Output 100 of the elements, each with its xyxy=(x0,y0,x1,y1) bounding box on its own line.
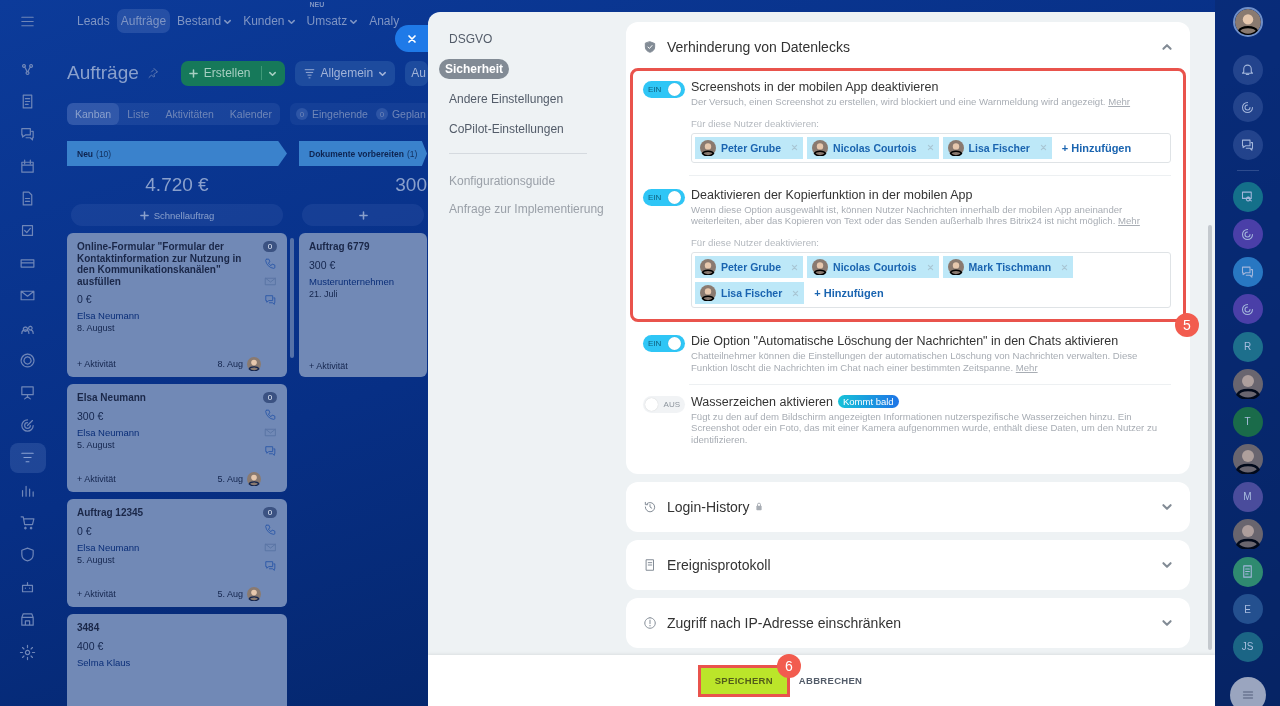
contact-initials[interactable]: T xyxy=(1232,406,1263,437)
card-amount: 300 € xyxy=(309,258,337,271)
nav-tab[interactable]: Analy xyxy=(365,9,404,33)
toggle-switch[interactable]: EIN xyxy=(643,81,685,98)
toolbar-button[interactable]: Au xyxy=(405,60,428,86)
deal-card[interactable]: Auftrag 12345 0 € Elsa Neumann 5. August + Aktivität 5. Aug 0 xyxy=(67,499,287,607)
user-chip[interactable]: Lisa Fischer xyxy=(695,282,805,305)
shield-icon xyxy=(643,40,657,54)
remove-icon[interactable] xyxy=(1039,144,1047,152)
sidebar-button[interactable] xyxy=(1232,129,1263,160)
collapse-chevron-icon[interactable] xyxy=(1161,41,1173,53)
due-date: 5. Aug xyxy=(217,474,243,484)
page-title: Aufträge xyxy=(67,62,139,84)
settings-link[interactable]: Konfigurationsguide xyxy=(449,174,556,188)
avatar xyxy=(700,285,716,302)
deal-card[interactable]: Auftrag 6779 300 € Musterunternehmen 21. Juli + Aktivität xyxy=(299,233,427,377)
user-selector-field[interactable]: Peter Grube Nicolas Courtois Mark Tischmann Lisa Fischer + Hinzufügen xyxy=(691,252,1171,309)
menu-button[interactable] xyxy=(1229,676,1266,706)
deal-card[interactable]: Elsa Neumann 300 € Elsa Neumann 5. August + Aktivität 5. Aug 0 xyxy=(67,384,287,492)
nav-tab[interactable]: Bestand xyxy=(173,9,237,33)
settings-nav-item[interactable]: CoPilot-Einstellungen xyxy=(439,119,574,139)
nav-label: Leads xyxy=(77,14,110,28)
avatar xyxy=(1232,519,1263,549)
more-link[interactable]: Mehr xyxy=(1015,361,1038,373)
scrollbar[interactable] xyxy=(290,238,294,358)
user-chip[interactable]: Nicolas Courtois xyxy=(807,256,939,279)
remove-icon[interactable] xyxy=(791,144,799,152)
deal-card[interactable]: 3484 400 € Selma Klaus xyxy=(67,614,287,706)
funnel-icon xyxy=(302,66,316,80)
contact-initials[interactable]: M xyxy=(1232,481,1263,512)
shield-icon xyxy=(19,546,36,564)
target-icon xyxy=(19,416,36,434)
sidebar-button[interactable] xyxy=(1232,54,1263,85)
add-activity-link[interactable]: + Aktivität xyxy=(77,589,214,599)
filter-button[interactable]: Allgemein xyxy=(294,60,396,86)
add-user-link[interactable]: + Hinzufügen xyxy=(1055,141,1138,154)
nav-tab[interactable]: Leads xyxy=(73,9,114,33)
avatar xyxy=(1232,444,1263,474)
more-link[interactable]: Mehr xyxy=(1118,215,1140,227)
add-activity-link[interactable]: + Aktivität xyxy=(77,474,214,484)
view-tab[interactable]: Liste xyxy=(119,103,158,125)
nav-tab[interactable]: Kunden xyxy=(239,9,300,33)
contact-link[interactable]: Musterunternehmen xyxy=(309,275,419,287)
column-title: Dokumente vorbereiten xyxy=(309,148,404,159)
view-tab[interactable]: Kanban xyxy=(67,103,120,125)
settings-nav-item[interactable]: Sicherheit xyxy=(439,59,510,79)
coming-soon-badge: Kommt bald xyxy=(837,395,899,408)
sidebar-item[interactable] xyxy=(9,442,46,473)
step-badge: 6 xyxy=(776,653,801,678)
remove-icon[interactable] xyxy=(926,263,934,271)
sidebar-button[interactable] xyxy=(1232,92,1263,122)
user-chip[interactable]: Peter Grube xyxy=(695,136,804,159)
contact-link[interactable]: Elsa Neumann xyxy=(77,310,261,321)
column-total: 4.720 € xyxy=(144,174,210,196)
view-tab[interactable]: Aktivitäten xyxy=(157,103,222,125)
settings-link[interactable]: Anfrage zur Implementierung xyxy=(449,202,604,216)
cancel-button[interactable]: ABBRECHEN xyxy=(798,675,863,686)
remove-icon[interactable] xyxy=(791,263,799,271)
toggle-switch[interactable]: EIN xyxy=(643,335,685,353)
add-activity-link[interactable]: + Aktivität xyxy=(309,361,419,371)
option-title: Wasserzeichen aktivieren xyxy=(691,394,833,409)
toggle-switch[interactable]: AUS xyxy=(643,395,685,413)
ring-icon xyxy=(19,352,36,369)
avatar xyxy=(700,259,716,276)
create-button[interactable]: Erstellen xyxy=(180,60,285,86)
quick-add-button[interactable]: Schnellauftrag xyxy=(71,204,283,226)
due-date: 8. Aug xyxy=(217,359,243,369)
add-user-link[interactable]: + Hinzufügen xyxy=(808,287,890,300)
add-activity-link[interactable]: + Aktivität xyxy=(77,359,214,369)
contact-initials[interactable]: E xyxy=(1232,594,1263,624)
settings-nav-item[interactable]: DSGVO xyxy=(439,29,503,49)
save-button[interactable]: SPEICHERN xyxy=(700,667,787,694)
toggle-switch[interactable]: EIN xyxy=(643,188,685,206)
pin-icon[interactable] xyxy=(146,67,159,79)
nav-tab[interactable]: Aufträge xyxy=(116,9,171,33)
avatar xyxy=(812,139,829,156)
contact-link[interactable]: Selma Klaus xyxy=(77,656,279,668)
swirl-icon xyxy=(1240,99,1255,115)
user-chip[interactable]: Peter Grube xyxy=(695,256,804,279)
counter-label: Eingehende xyxy=(311,108,368,120)
remove-icon[interactable] xyxy=(1061,263,1069,271)
user-chip[interactable]: Lisa Fischer xyxy=(942,136,1052,159)
view-tab[interactable]: Kalender xyxy=(221,103,280,125)
avatar xyxy=(1232,369,1263,399)
section-title: Ereignisprotokoll xyxy=(667,556,771,573)
user-chip[interactable]: Nicolas Courtois xyxy=(807,136,939,159)
contact-link[interactable]: Elsa Neumann xyxy=(77,541,261,553)
contact-initials[interactable]: JS xyxy=(1232,631,1263,662)
contact-link[interactable]: Elsa Neumann xyxy=(77,426,261,438)
deal-card[interactable]: Online-Formular "Formular der Kontaktinformation zur Nutzung in den Kommunikationskanälen" ausfüllen 0 € Elsa Neumann 8. August + Aktivität 8. Aug 0 xyxy=(67,233,287,377)
scrollbar[interactable] xyxy=(1208,225,1212,650)
contact-initials[interactable]: R xyxy=(1232,331,1263,362)
user-selector-field[interactable]: Peter Grube Nicolas Courtois Lisa Fischer + Hinzufügen xyxy=(691,132,1171,163)
nav-label: Analy xyxy=(369,14,400,28)
remove-icon[interactable] xyxy=(926,144,934,152)
settings-nav-item[interactable]: Andere Einstellungen xyxy=(439,89,574,109)
more-link[interactable]: Mehr xyxy=(1108,96,1131,107)
remove-icon[interactable] xyxy=(792,289,800,297)
bell-icon xyxy=(1240,62,1255,77)
user-chip[interactable]: Mark Tischmann xyxy=(942,256,1074,279)
